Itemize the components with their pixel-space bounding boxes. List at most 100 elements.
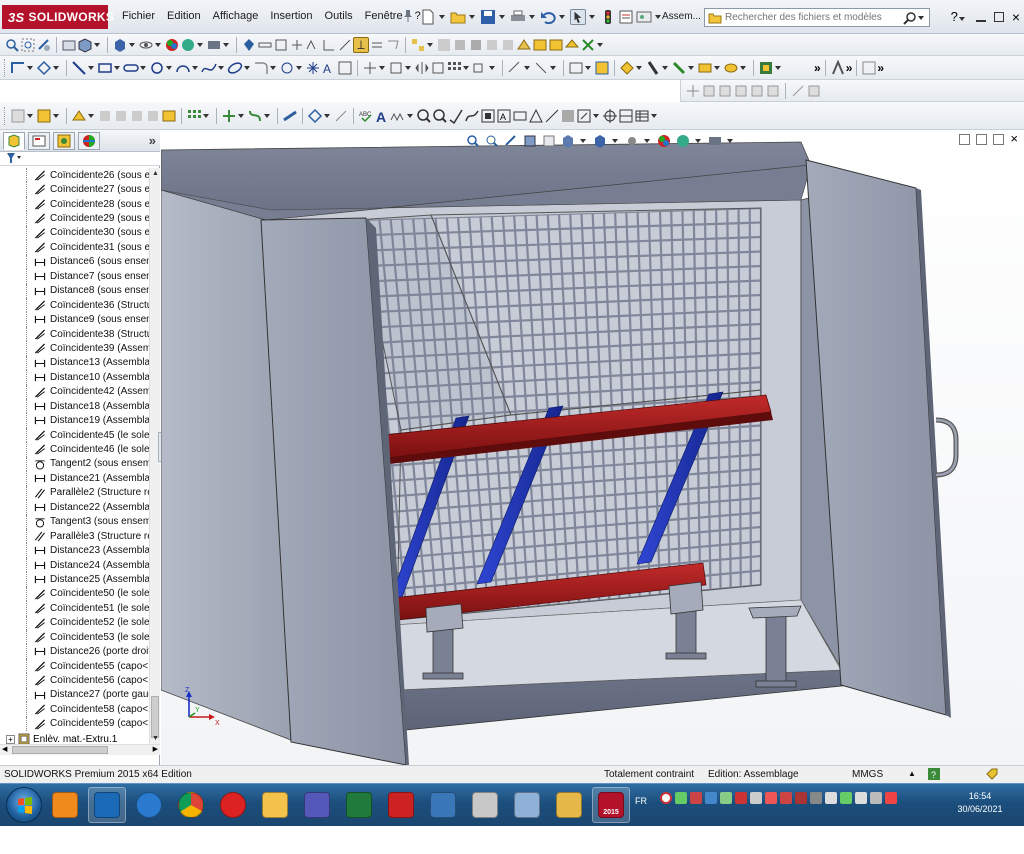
instant3d-icon[interactable] [790, 83, 806, 99]
crosshair-icon[interactable] [602, 108, 618, 124]
change-suppression-icon[interactable] [129, 108, 145, 124]
tree-item[interactable]: Coïncidente29 (sous er [0, 211, 149, 226]
change-transparency-icon[interactable] [113, 108, 129, 124]
center-mark-icon[interactable] [544, 108, 560, 124]
open-folder-icon[interactable] [450, 9, 466, 25]
tree-item[interactable]: Distance18 (Assemblag [0, 399, 149, 414]
curve-tool-icon[interactable] [464, 108, 480, 124]
tray-icon-10[interactable] [795, 792, 807, 804]
tree-item[interactable]: Coïncidente26 (sous er [0, 168, 149, 183]
flag-icon[interactable] [855, 792, 867, 804]
tree-item[interactable]: Distance25 (Assemblag [0, 572, 149, 587]
menu-edition[interactable]: Edition [161, 10, 207, 22]
previous-view-icon[interactable] [36, 37, 52, 53]
rotate-component-icon[interactable] [733, 83, 749, 99]
zoom-fit-icon[interactable] [4, 37, 20, 53]
tree-item[interactable]: Coïncidente50 (le sole [0, 586, 149, 602]
tree-item[interactable]: Distance10 (Assemblag [0, 370, 149, 385]
tree-item[interactable]: Coïncidente52 (le sole [0, 615, 149, 630]
offset-icon[interactable] [388, 60, 404, 76]
rectangle-icon[interactable] [97, 60, 113, 76]
interference-icon[interactable] [289, 37, 305, 53]
tree-item[interactable]: Coïncidente45 (le sole [0, 427, 149, 443]
exploded-line-sketch-icon[interactable] [701, 83, 717, 99]
tree-item[interactable]: Coïncidente56 (capo<1 [0, 673, 149, 688]
tree-item[interactable]: Parallèle3 (Structure re [0, 528, 149, 544]
insert-part-icon[interactable] [71, 108, 87, 124]
tab-feature-manager[interactable] [3, 131, 25, 150]
tree-item[interactable]: Distance19 (Assemblag [0, 413, 149, 428]
tab-property-manager[interactable] [28, 131, 50, 150]
pattern-icon[interactable] [385, 37, 401, 53]
language-indicator[interactable]: FR [635, 796, 647, 806]
tray-icon-8[interactable] [765, 792, 777, 804]
file-properties-icon[interactable] [618, 9, 634, 25]
circle-icon[interactable] [149, 60, 165, 76]
sketch-pattern-icon[interactable] [446, 60, 462, 76]
zoom-to-fit-icon[interactable] [465, 133, 481, 149]
zoom-area-icon[interactable] [20, 37, 36, 53]
tree-item[interactable]: Coïncidente38 (Structu [0, 326, 149, 342]
viewport-tile-left-button[interactable] [959, 134, 971, 145]
graphics-area[interactable]: × Z X Y [161, 130, 1024, 765]
tree-item[interactable]: Distance26 (porte droit [0, 644, 149, 659]
save-icon[interactable] [480, 9, 496, 25]
insert-component-icon[interactable] [484, 37, 500, 53]
tray-icon-5[interactable] [720, 792, 732, 804]
screw-icon[interactable] [645, 60, 661, 76]
repair-sketch-icon[interactable] [507, 60, 523, 76]
tree-item[interactable]: Distance21 (Assemblag [0, 471, 149, 486]
taskbar-chrome-button[interactable] [172, 787, 210, 823]
block-icon[interactable] [576, 108, 592, 124]
network-icon[interactable] [840, 792, 852, 804]
curves-icon[interactable] [247, 108, 263, 124]
scroll-thumb[interactable] [151, 696, 159, 738]
display-style-icon[interactable] [112, 37, 128, 53]
tree-item[interactable]: Coïncidente28 (sous er [0, 196, 149, 212]
geometric-tolerance-icon[interactable] [512, 108, 528, 124]
surface-finish-icon[interactable] [448, 108, 464, 124]
tree-item[interactable]: Coïncidente30 (sous er [0, 225, 149, 241]
simulation-icon[interactable] [723, 60, 739, 76]
viewport-tile-right-button[interactable] [976, 134, 988, 145]
reference-geometry-icon[interactable] [221, 108, 237, 124]
smart-dimension-icon[interactable] [321, 37, 337, 53]
taskbar-file-explorer-button[interactable] [256, 787, 294, 823]
component-preview-icon[interactable] [10, 108, 26, 124]
viewport-close-button[interactable]: × [1010, 132, 1018, 145]
sketch-entities-icon[interactable] [305, 37, 321, 53]
volume-icon[interactable] [825, 792, 837, 804]
belt-chain-icon[interactable] [765, 83, 781, 99]
tray-icon-4[interactable] [705, 792, 717, 804]
instant2d-icon[interactable] [594, 60, 610, 76]
rapid-sketch-icon[interactable] [568, 60, 584, 76]
tray-icon-16[interactable] [885, 792, 897, 804]
traffic-light-icon[interactable] [600, 9, 616, 25]
bolt-icon[interactable] [671, 60, 687, 76]
mate-icon[interactable] [468, 37, 484, 53]
hide-show-icon[interactable] [138, 37, 154, 53]
move-entities-icon[interactable] [430, 60, 446, 76]
taskbar-solidworks-2015-button[interactable]: 2015 [592, 787, 630, 823]
view-settings-icon[interactable] [206, 37, 222, 53]
tree-item[interactable]: Coïncidente46 (le sole [0, 442, 149, 457]
minimize-button[interactable] [975, 12, 986, 22]
assembly-xpert-icon[interactable] [806, 83, 822, 99]
scroll-right-icon[interactable]: ▶ [153, 745, 158, 753]
tree-item[interactable]: Distance23 (Assemblag [0, 543, 149, 558]
spell-check-icon[interactable]: ABC [358, 108, 374, 124]
measure-icon[interactable] [257, 37, 273, 53]
taskbar-outlook-button[interactable] [88, 787, 126, 823]
taskbar-paint-button[interactable] [508, 787, 546, 823]
tree-item[interactable]: Coïncidente51 (le sole [0, 601, 149, 616]
tree-item[interactable]: Coïncidente58 (capo<1 [0, 702, 149, 717]
menu-insertion[interactable]: Insertion [264, 10, 318, 22]
zoom-to-area-icon[interactable] [484, 133, 500, 149]
undo-icon[interactable] [540, 9, 556, 25]
walkthrough-icon[interactable] [830, 59, 846, 76]
more-toolbar-chevron-3[interactable]: » [877, 61, 884, 75]
taskbar-photo-viewer-button[interactable] [424, 787, 462, 823]
trim-icon[interactable] [362, 60, 378, 76]
spline-icon[interactable] [201, 60, 217, 76]
help-button[interactable]: ? [951, 9, 968, 24]
